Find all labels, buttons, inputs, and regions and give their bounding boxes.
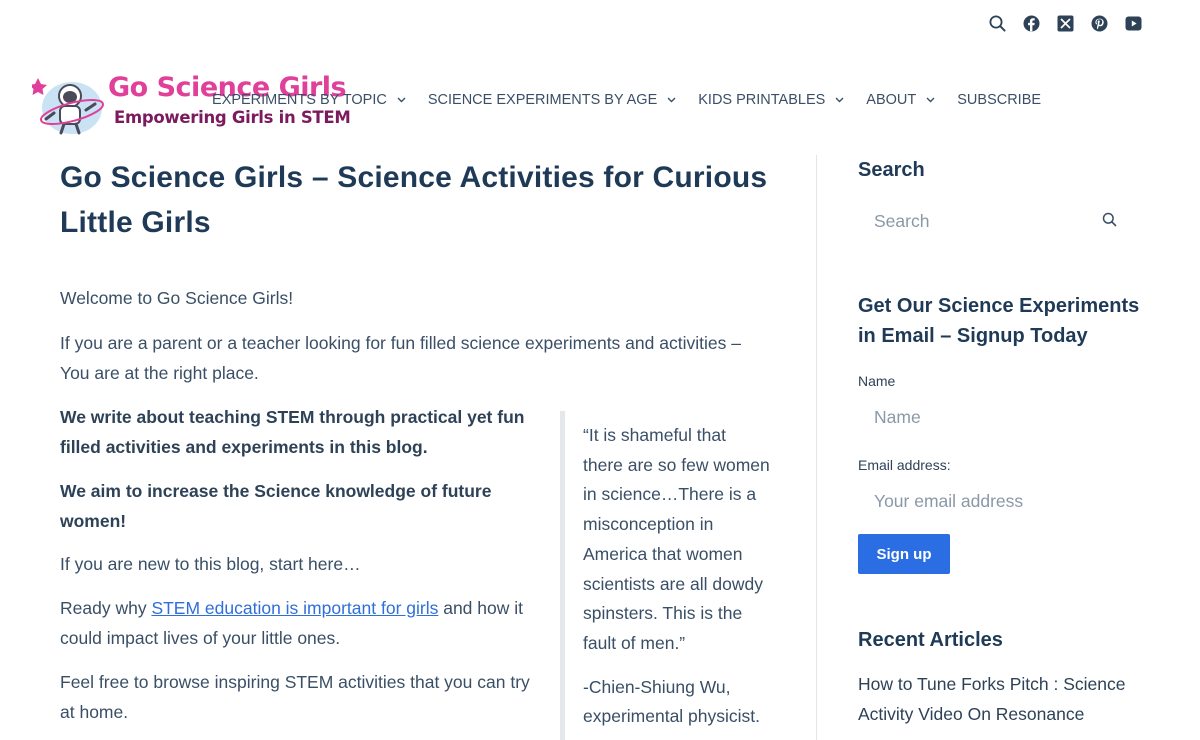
search-input[interactable] [858,203,1108,239]
signup-button[interactable]: Sign up [858,534,950,574]
sidebar: Search Get Our Science Experiments in Em… [858,155,1148,724]
search-heading: Search [858,159,925,181]
ready-paragraph-wrap: Ready why STEM education is important fo… [60,593,530,653]
intro-paragraph-wrap: If you are a parent or a teacher looking… [60,328,770,388]
bold-paragraph-1: We write about teaching STEM through pra… [60,407,525,457]
email-label: Email address: [858,457,951,473]
stem-education-link[interactable]: STEM education is important for girls [151,598,438,618]
nav-experiments-by-topic[interactable]: EXPERIMENTS BY TOPIC [212,92,406,108]
quote-text: “It is shameful that there are so few wo… [583,425,770,653]
astronaut-logo-icon [32,78,104,135]
recent-article-link[interactable]: How to Tune Forks Pitch : Science Activi… [858,669,1140,729]
nav-label: SUBSCRIBE [957,92,1042,108]
main-content: Go Science Girls – Science Activities fo… [60,155,770,740]
intro-paragraph: If you are a parent or a teacher looking… [60,333,741,383]
intro-column: Welcome to Go Science Girls! [60,283,530,313]
signup-heading: Get Our Science Experiments in Email – S… [858,295,1140,347]
nav-label: ABOUT [866,92,917,108]
search-icon[interactable] [988,14,1006,32]
nav-subscribe[interactable]: SUBSCRIBE [957,92,1041,108]
page-title: Go Science Girls – Science Activities fo… [60,161,768,239]
nav-kids-printables[interactable]: KIDS PRINTABLES [698,92,844,108]
welcome-text: Welcome to Go Science Girls! [60,288,294,308]
ready-paragraph: Ready why STEM education is important fo… [60,593,530,653]
logo-tagline: Empowering Girls in STEM [114,108,351,127]
browse-paragraph: Feel free to browse inspiring STEM activ… [60,672,530,722]
youtube-icon[interactable] [1124,14,1142,32]
quote-author: -Chien-Shiung Wu, experimental physicist… [583,676,761,727]
chevron-down-icon [926,97,935,103]
nav-about[interactable]: ABOUT [866,92,935,108]
browse-paragraph-wrap: Feel free to browse inspiring STEM activ… [60,667,530,727]
facebook-icon[interactable] [1022,14,1040,32]
ready-prefix: Ready why [60,598,152,618]
bold-paragraph-2-wrap: We aim to increase the Science knowledge… [60,476,530,536]
bold-paragraph-1-wrap: We write about teaching STEM through pra… [60,402,530,462]
new-here-wrap: If you are new to this blog, start here… [60,549,530,579]
pull-quote: “It is shameful that there are so few wo… [560,411,770,740]
new-here-text: If you are new to this blog, start here… [60,554,361,574]
x-icon[interactable] [1056,14,1074,32]
recent-articles-heading: Recent Articles [858,629,1003,651]
chevron-down-icon [835,97,844,103]
bold-paragraph-2: We aim to increase the Science knowledge… [60,481,492,531]
nav-science-experiments-by-age[interactable]: SCIENCE EXPERIMENTS BY AGE [428,92,676,108]
nav-label: KIDS PRINTABLES [698,92,826,108]
name-label: Name [858,373,896,389]
column-divider [816,155,817,740]
main-navigation: EXPERIMENTS BY TOPIC SCIENCE EXPERIMENTS… [212,92,1063,108]
chevron-down-icon [667,97,676,103]
nav-label: EXPERIMENTS BY TOPIC [212,92,387,108]
nav-label: SCIENCE EXPERIMENTS BY AGE [427,92,658,108]
search-form [858,203,1140,239]
email-field[interactable] [858,483,1140,519]
pinterest-icon[interactable] [1090,14,1108,32]
social-bar [988,14,1142,32]
search-submit-icon[interactable] [1102,212,1120,230]
chevron-down-icon [397,97,406,103]
name-field[interactable] [858,399,1140,435]
